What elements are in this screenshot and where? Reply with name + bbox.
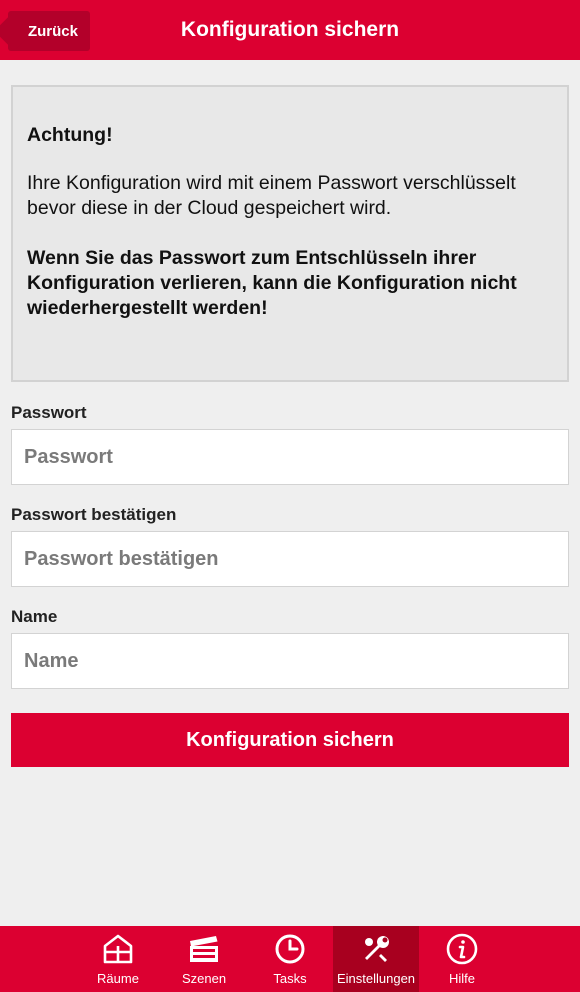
tab-tasks-label: Tasks: [273, 971, 307, 986]
name-label: Name: [11, 607, 58, 626]
tools-icon: [365, 936, 389, 962]
warning-emphasis: Wenn Sie das Passwort zum Entschlüsseln …: [27, 247, 517, 319]
password-confirm-label: Passwort bestätigen: [11, 505, 177, 524]
bottom-tab-bar: Räume Szenen Tasks Einstellungen Hilfe: [0, 926, 580, 992]
tab-szenen[interactable]: Szenen: [161, 926, 247, 992]
warning-body: Ihre Konfiguration wird mit einem Passwo…: [27, 172, 516, 219]
tab-einstellungen[interactable]: Einstellungen: [333, 926, 419, 992]
password-label: Passwort: [11, 403, 87, 422]
clapperboard-icon: [190, 936, 218, 962]
name-field-container: [11, 633, 569, 689]
name-field[interactable]: [12, 634, 568, 688]
warning-title: Achtung!: [27, 124, 113, 146]
save-configuration-button[interactable]: Konfiguration sichern: [11, 713, 569, 767]
tab-szenen-label: Szenen: [181, 971, 227, 986]
tab-raeume[interactable]: Räume: [75, 926, 161, 992]
tab-tasks[interactable]: Tasks: [247, 926, 333, 992]
password-field[interactable]: [12, 430, 568, 484]
tab-einstellungen-label: Einstellungen: [336, 971, 416, 986]
page-title: Konfiguration sichern: [180, 18, 400, 41]
info-icon: [446, 933, 478, 965]
header-bar: Zurück Konfiguration sichern: [0, 0, 580, 60]
warning-box: Achtung! Ihre Konfiguration wird mit ein…: [11, 85, 569, 382]
rooms-icon: [103, 934, 133, 964]
password-confirm-field-container: [11, 531, 569, 587]
password-field-container: [11, 429, 569, 485]
password-confirm-field[interactable]: [12, 532, 568, 586]
back-button-label: Zurück: [27, 22, 78, 40]
clock-icon: [275, 934, 305, 964]
tab-raeume-label: Räume: [97, 971, 139, 986]
tab-hilfe-label: Hilfe: [448, 971, 475, 986]
tab-hilfe[interactable]: Hilfe: [419, 926, 505, 992]
